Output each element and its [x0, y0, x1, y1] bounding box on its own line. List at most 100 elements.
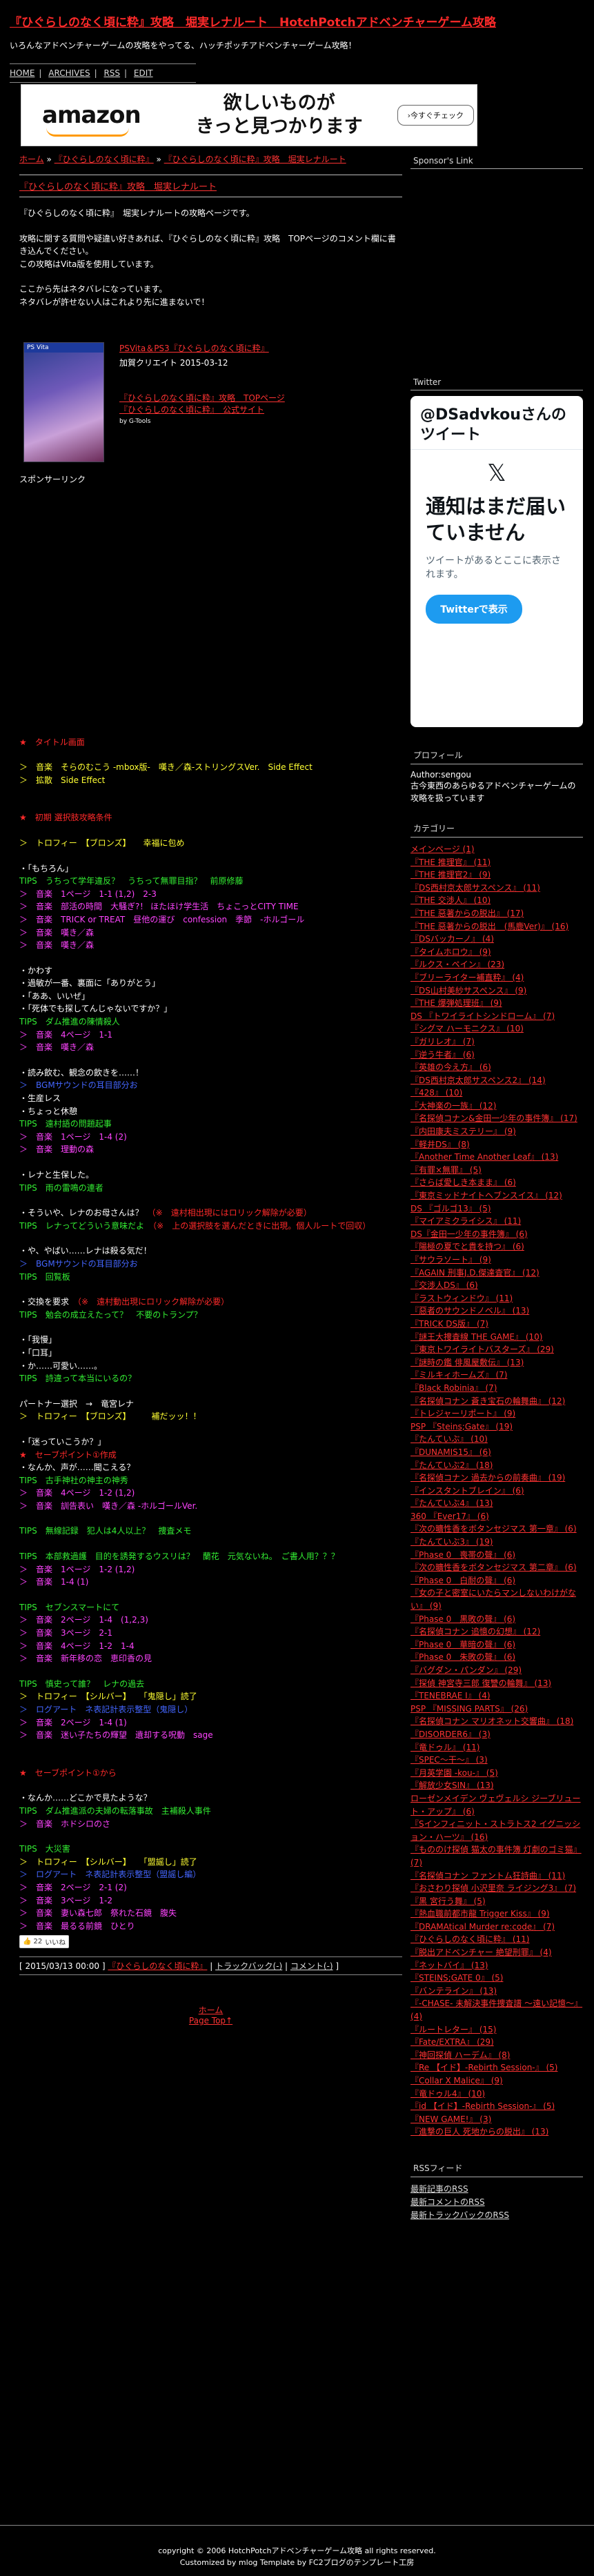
category-item[interactable]: 『DS西村京太郎サスペンス2』 (14) — [410, 1074, 583, 1087]
category-item[interactable]: 『女の子と密室にいたらマンしないわけがない』 (9) — [410, 1587, 583, 1612]
breadcrumb-home[interactable]: ホーム — [19, 155, 44, 164]
category-item[interactable]: 『THE 推理官』 (11) — [410, 856, 583, 869]
view-on-twitter-button[interactable]: Twitterで表示 — [426, 594, 522, 624]
category-item[interactable]: 『トレジャーリポート』 (9) — [410, 1407, 583, 1420]
rss-trackbacks-link[interactable]: 最新トラックバックのRSS — [410, 2209, 583, 2222]
category-item[interactable]: 『月英学園 -kou-』 (5) — [410, 1767, 583, 1780]
category-item[interactable]: 『Phase 0 黒敗の聲』 (6) — [410, 1613, 583, 1626]
category-item[interactable]: 『DUNAMIS15』 (6) — [410, 1446, 583, 1459]
category-item[interactable]: 『AGAIN 刑事J.D.傑達査官』 (12) — [410, 1267, 583, 1280]
category-item[interactable]: 『ガリレオ』 (7) — [410, 1036, 583, 1049]
category-item[interactable]: 『竜ドゥル』 (11) — [410, 1741, 583, 1754]
category-item[interactable]: 『たんていぶ3』 (19) — [410, 1536, 583, 1549]
category-item[interactable]: 『英雄の今え方』 (6) — [410, 1061, 583, 1074]
category-item[interactable]: 『脱出アドベンチャー 絶望刑罪』 (4) — [410, 1946, 583, 1959]
category-item[interactable]: 『DS山村美紗サスペンス』 (9) — [410, 984, 583, 998]
category-item[interactable]: 『交渉人DS』 (6) — [410, 1279, 583, 1292]
category-item[interactable]: 『謎王大捜査線 THE GAME』 (10) — [410, 1331, 583, 1344]
category-item[interactable]: 『東京トワイライトバスターズ』 (29) — [410, 1343, 583, 1356]
category-item[interactable]: 『名探偵コナン&金田一少年の事件簿』 (17) — [410, 1112, 583, 1125]
category-item[interactable]: 『Another Time Another Leaf』 (13) — [410, 1151, 583, 1164]
category-item[interactable]: 『たんていぶ』 (10) — [410, 1433, 583, 1446]
breadcrumb-current[interactable]: 『ひぐらしのなく頃に粋』攻略 堀実レナルート — [164, 155, 346, 164]
category-item[interactable]: 『名探偵コナン マリオネット交響曲』 (18) — [410, 1715, 583, 1728]
category-item[interactable]: 『Black Robinia』 (7) — [410, 1382, 583, 1395]
category-item[interactable]: 『Phase 0 華暗の聲』 (6) — [410, 1638, 583, 1652]
category-item[interactable]: 『インスタントブレイン』 (6) — [410, 1485, 583, 1498]
category-item[interactable]: 『Collar X Malice』 (9) — [410, 2074, 583, 2088]
category-item[interactable]: 『Re 【イド】-Rebirth Session-』 (5) — [410, 2061, 583, 2074]
ad-check-button[interactable]: ›今すぐチェック — [397, 105, 474, 126]
category-item[interactable]: 『次の曠性香をボタンセジマス 第二章』 (6) — [410, 1561, 583, 1574]
bottom-home-link[interactable]: ホーム — [19, 2004, 402, 2016]
category-item[interactable]: 『謎時の鑑 俳風屋敷伝』 (13) — [410, 1356, 583, 1369]
category-item[interactable]: 『竜ドゥル4』 (10) — [410, 2088, 583, 2101]
category-item[interactable]: 『ブリーライター補直粋』 (4) — [410, 971, 583, 984]
category-item[interactable]: 『TRICK DS版』 (7) — [410, 1318, 583, 1331]
category-item[interactable]: 『次の曠性香をボタンセジマス 第一章』 (6) — [410, 1523, 583, 1536]
category-item[interactable]: 『STEINS;GATE 0』 (5) — [410, 1972, 583, 1985]
page-top-link[interactable]: Page Top↑ — [19, 2016, 402, 2025]
entry-category-link[interactable]: 『ひぐらしのなく頃に粋』 — [108, 1961, 207, 1971]
category-item[interactable]: 『名探偵コナン ファントム狂詩曲』 (11) — [410, 1870, 583, 1883]
category-item[interactable]: 『ネットバイ』 (13) — [410, 1959, 583, 1972]
nav-rss[interactable]: RSS — [103, 68, 120, 78]
site-title-link[interactable]: 『ひぐらしのなく頃に粋』攻略 堀実レナルート HotchPotchアドベンチャー… — [10, 12, 584, 30]
category-item[interactable]: 『黒 宮行う舞』 (5) — [410, 1895, 583, 1908]
category-item[interactable]: 『神回探偵 ハーデム』 (8) — [410, 2049, 583, 2062]
category-item[interactable]: 『THE 惡著からの脱出 (馬鹿Ver)』 (16) — [410, 920, 583, 933]
category-item[interactable]: 『軽井DS』 (8) — [410, 1138, 583, 1151]
entry-title-link[interactable]: 『ひぐらしのなく頃に粋』攻略 堀実レナルート — [19, 182, 217, 192]
category-item[interactable]: 『サウラソート』 (9) — [410, 1254, 583, 1267]
rss-entries-link[interactable]: 最新記事のRSS — [410, 2183, 583, 2196]
category-item[interactable]: 『解放少女SIN』 (13) — [410, 1779, 583, 1792]
category-item[interactable]: 『Phase 0 喪帯の聲』 (6) — [410, 1549, 583, 1562]
category-item[interactable]: 『マイアミクライシス』 (11) — [410, 1215, 583, 1228]
category-item[interactable]: 『ルクス・ペイン』 (23) — [410, 958, 583, 971]
category-item[interactable]: 『ミルキィホームズ』 (7) — [410, 1369, 583, 1382]
category-item[interactable]: 360 『Ever17』 (6) — [410, 1510, 583, 1523]
category-item[interactable]: 『さらば愛しき本まま』 (6) — [410, 1176, 583, 1189]
category-item[interactable]: PSP 『Steins;Gate』 (19) — [410, 1420, 583, 1434]
category-item[interactable]: 『SPEC～干～』 (3) — [410, 1754, 583, 1767]
category-item[interactable]: 『惡者のサウンドノベル』 (13) — [410, 1305, 583, 1318]
category-item[interactable]: DS 『ゴルゴ13』 (5) — [410, 1202, 583, 1216]
category-item[interactable]: 『有罪×無罪』 (5) — [410, 1164, 583, 1177]
category-item[interactable]: 『シグマ ハーモニクス』 (10) — [410, 1022, 583, 1036]
product-platform-link[interactable]: PSVita＆PS3『ひぐらしのなく頃に粋』 — [119, 342, 395, 354]
category-item[interactable]: 『探偵 神宮寺三郎 復讐の輪舞』 (13) — [410, 1677, 583, 1690]
category-item[interactable]: 『熱血職前都市龍 Trigger Kiss』 (9) — [410, 1908, 583, 1921]
category-item[interactable]: 『東京ミッドナイトヘブンスイス』 (12) — [410, 1189, 583, 1202]
category-item[interactable]: 『Phase 0 白耐の聲』 (6) — [410, 1574, 583, 1587]
nav-edit[interactable]: EDIT — [134, 68, 153, 78]
category-item[interactable]: 『進撃の巨人 死地からの脱出』 (13) — [410, 2126, 583, 2139]
category-item[interactable]: 『名探偵コナン 追憶の幻想』 (12) — [410, 1625, 583, 1638]
category-item[interactable]: 『ひぐらしのなく頃に粋』 (11) — [410, 1933, 583, 1946]
category-item[interactable]: 『428』 (10) — [410, 1087, 583, 1100]
category-item[interactable]: 『ルートレター』 (15) — [410, 2023, 583, 2037]
trackback-link[interactable]: トラックバック(-) — [215, 1961, 282, 1971]
category-item[interactable]: 『NEW GAME!』 (3) — [410, 2113, 583, 2126]
category-item[interactable]: 『バンテライン』 (13) — [410, 1985, 583, 1998]
product-official-link[interactable]: 『ひぐらしのなく頃に粋』 公式サイト — [119, 404, 395, 415]
category-item[interactable]: 『たんていぶ4』 (13) — [410, 1497, 583, 1510]
category-item[interactable]: PSP 『MISSING PARTS』 (26) — [410, 1703, 583, 1716]
category-item[interactable]: 『おさわり探偵 小沢里奈 ライジング3』 (7) — [410, 1882, 583, 1895]
category-item[interactable]: 『THE 推理官2』 (9) — [410, 869, 583, 882]
category-item[interactable]: 『名探偵コナン 過去からの前奏曲』 (19) — [410, 1472, 583, 1485]
amazon-ad-banner[interactable]: amazon 欲しいものが きっと見つかります ›今すぐチェック — [21, 84, 477, 146]
category-item[interactable]: 『陽極の夏でと貴を持つ』 (6) — [410, 1240, 583, 1254]
breadcrumb-category[interactable]: 『ひぐらしのなく頃に粋』 — [55, 155, 154, 164]
category-item[interactable]: 『大神楽の一族』 (12) — [410, 1100, 583, 1113]
product-top-link[interactable]: 『ひぐらしのなく頃に粋』攻略 TOPページ — [119, 392, 395, 404]
category-item[interactable]: 『タイムホロウ』 (9) — [410, 946, 583, 959]
category-item[interactable]: 『Sインフィニット・ストラトス2 イグニッション・ハーツ』 (16) — [410, 1818, 583, 1843]
like-button[interactable]: 👍 22 いいね — [19, 1935, 70, 1949]
category-item[interactable]: DS 『トワイライトシンドローム』 (7) — [410, 1010, 583, 1023]
category-item[interactable]: DS『金田一少年の事件簿』 (6) — [410, 1228, 583, 1241]
category-item[interactable]: 『TENEBRAE I』 (4) — [410, 1690, 583, 1703]
category-item[interactable]: 『バグダン・パンダン』 (29) — [410, 1664, 583, 1677]
category-item[interactable]: 『THE 惡著からの脱出』 (17) — [410, 907, 583, 920]
nav-home[interactable]: HOME — [10, 68, 34, 78]
category-item[interactable]: 『Fate/EXTRA』 (29) — [410, 2036, 583, 2049]
